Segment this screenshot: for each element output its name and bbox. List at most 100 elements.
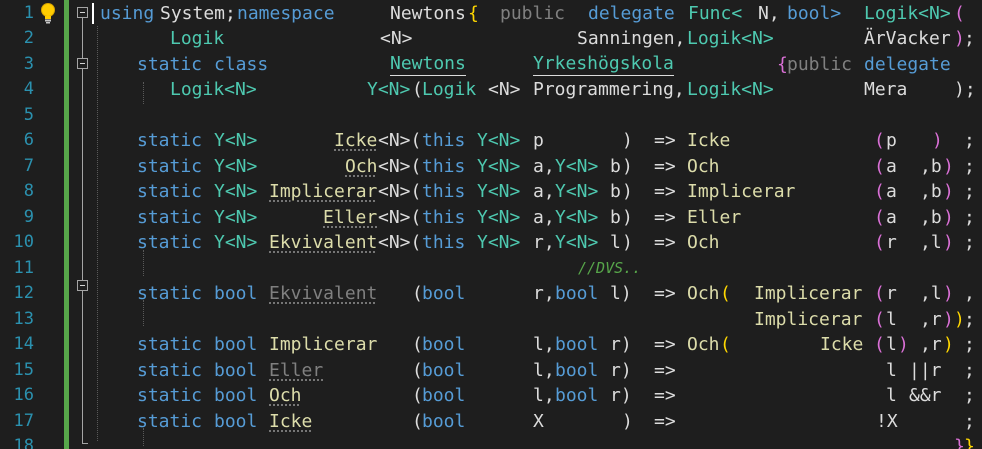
code-token: l)	[610, 283, 632, 304]
code-token: Eller	[323, 206, 378, 228]
code-line[interactable]: Implicerar(l ,r));	[0, 307, 982, 333]
code-token: (	[874, 308, 885, 330]
code-token: Sanningen,	[577, 28, 686, 49]
code-token: static	[137, 53, 203, 75]
code-token: l,	[533, 334, 555, 355]
code-token: Och	[687, 283, 720, 304]
code-token: ;	[964, 181, 975, 202]
code-token: using	[100, 2, 155, 24]
code-token: static	[137, 181, 203, 202]
code-line[interactable]: static bool Eller(bool l, bool r) => l ||r;	[0, 358, 982, 384]
code-token: )	[622, 410, 633, 432]
code-token: l	[886, 308, 897, 330]
code-token: r	[886, 283, 897, 304]
code-token: Y<N>	[214, 181, 258, 202]
code-token: Y<N>	[555, 155, 599, 177]
code-token: r,	[533, 232, 555, 253]
code-token: <N>	[488, 79, 521, 100]
code-token: !X	[876, 410, 898, 432]
code-token: Icke	[820, 334, 864, 355]
code-line[interactable]	[0, 103, 982, 129]
code-token: Y<N>	[214, 130, 258, 151]
code-line[interactable]: static Y<N> Och <N>(this Y<N> a, Y<N> b) => Och(a…	[0, 154, 982, 180]
code-line[interactable]: static Y<N> Icke <N>(this Y<N> p) => Icke(p);	[0, 128, 982, 154]
code-token: r)	[610, 385, 632, 406]
code-token: )	[943, 334, 954, 355]
code-token: Y<N>	[214, 155, 258, 177]
code-token: Logik<N>	[687, 28, 774, 49]
code-token: Y<N>	[477, 155, 521, 177]
code-token: bool	[422, 359, 466, 381]
code-token: ,	[964, 283, 975, 304]
code-token: ;	[964, 308, 975, 330]
code-token: delegate	[588, 2, 675, 24]
code-token: Ekvivalent	[269, 232, 378, 253]
code-line[interactable]: //DVS..	[0, 256, 982, 282]
code-token: ,r	[920, 334, 942, 355]
code-line[interactable]: }}	[0, 434, 982, 449]
code-token: Newtons	[390, 2, 466, 24]
code-token: Icke	[334, 130, 378, 151]
code-token: ,l	[920, 283, 942, 304]
code-token: X	[533, 410, 544, 432]
code-line[interactable]: Logik <N> Sanningen, Logik<N> ÄrVacker);	[0, 26, 982, 52]
code-token: (	[874, 130, 885, 151]
code-token: Logik	[422, 79, 477, 100]
code-token: Implicerar	[269, 334, 378, 355]
code-token: ,b	[920, 155, 942, 177]
code-token: Y<N>	[477, 181, 521, 202]
code-token: ;	[964, 385, 975, 406]
code-line[interactable]: static Y<N> Eller <N>(this Y<N> a, Y<N> b) => Ell…	[0, 205, 982, 231]
code-token: bool	[422, 283, 466, 304]
code-token: l,	[533, 359, 555, 381]
code-token: Y<N>	[555, 206, 599, 228]
code-token: r	[886, 232, 897, 253]
code-line[interactable]: static Y<N> Implicerar <N>(this Y<N> a, Y<N> b)…	[0, 179, 982, 205]
code-token: class	[214, 53, 269, 75]
code-token: )	[622, 232, 633, 253]
code-token: bool	[555, 385, 599, 406]
code-line[interactable]: using System; namespace Newtons{public deleg…	[0, 1, 982, 27]
code-token: <N>(	[378, 130, 422, 151]
code-token: ;	[964, 232, 975, 253]
code-token: )	[943, 181, 954, 202]
code-token: ,b	[920, 206, 942, 228]
code-token: Icke	[687, 130, 731, 151]
code-line[interactable]: Logik<N> Y<N>(Logik <N> Programmering, Logik…	[0, 77, 982, 103]
code-token: Y<N>	[214, 206, 258, 228]
code-token: )	[622, 130, 633, 151]
code-token: r,	[533, 283, 555, 304]
code-token: );	[954, 79, 976, 100]
code-token: Y<N>	[555, 232, 599, 253]
code-line[interactable]: static class Newtons Yrkeshögskola{public de…	[0, 52, 982, 78]
code-token: System;	[160, 2, 236, 24]
code-token: bool	[422, 410, 466, 432]
code-token: Logik<N>	[864, 2, 951, 24]
code-token: (	[954, 2, 965, 24]
code-editor[interactable]: 1 2 3 4 5 6 7 8 9 10 11 12 13 14 15 16 17 18 using System;…	[0, 0, 982, 449]
code-token: Y<N>	[477, 206, 521, 228]
code-line[interactable]: static bool Icke(bool X) => !X;	[0, 409, 982, 435]
code-token: <N>(	[378, 232, 422, 253]
code-line[interactable]: static Y<N> Ekvivalent <N>(this Y<N> r, Y<N> l)…	[0, 230, 982, 256]
code-token: bool	[555, 359, 599, 381]
code-line[interactable]: static bool Ekvivalent(bool r, bool l) => Och(I…	[0, 281, 982, 307]
code-token: )	[943, 155, 954, 177]
code-token: ;	[964, 130, 975, 151]
code-token: bool	[214, 283, 258, 304]
code-token: )	[622, 181, 633, 202]
code-line[interactable]: static bool Och(bool l, bool r) => l &&r;	[0, 383, 982, 409]
code-token: ||r	[909, 359, 942, 381]
code-token: a,	[533, 155, 555, 177]
code-token: =>	[654, 385, 676, 406]
code-token: static	[137, 206, 203, 228]
code-token: this	[422, 232, 466, 253]
code-token: {	[468, 2, 479, 24]
code-token: Y<N>	[555, 181, 599, 202]
code-line[interactable]: static bool Implicerar(bool l, bool r) => Och(I…	[0, 332, 982, 358]
code-token: Och	[687, 155, 720, 177]
code-token: Mera	[864, 79, 908, 100]
code-token: bool>	[787, 2, 842, 24]
code-token: ,b	[920, 181, 942, 202]
code-token: bool	[422, 385, 466, 406]
